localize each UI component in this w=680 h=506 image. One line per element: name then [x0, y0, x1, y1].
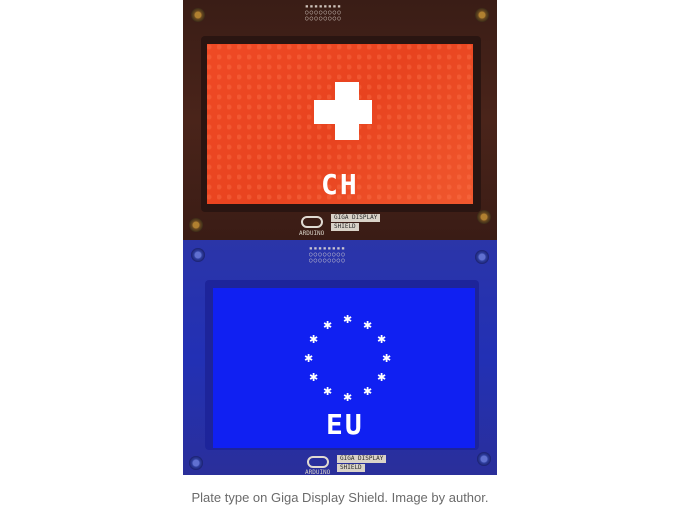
screw-icon: [189, 218, 203, 232]
screw-icon: [475, 8, 489, 22]
screw-icon: [191, 248, 205, 262]
header-pins: ▪▪▪▪▪▪▪▪ ○○○○○○○○ ○○○○○○○○: [309, 245, 346, 264]
star-icon: ✱: [304, 352, 314, 365]
star-icon: ✱: [323, 385, 333, 398]
star-icon: ✱: [377, 371, 387, 384]
screw-icon: [477, 210, 491, 224]
badge-line2: SHIELD: [331, 223, 359, 231]
top-board-ch: ▪▪▪▪▪▪▪▪ ○○○○○○○○ ○○○○○○○○ CH ARDUINO GIGA…: [183, 0, 497, 240]
screw-icon: [475, 250, 489, 264]
screw-icon: [477, 452, 491, 466]
header-pins: ▪▪▪▪▪▪▪▪ ○○○○○○○○ ○○○○○○○○: [305, 3, 342, 22]
star-icon: ✱: [309, 371, 319, 384]
badge-line2: SHIELD: [337, 464, 365, 472]
screw-icon: [191, 8, 205, 22]
star-icon: ✱: [363, 385, 373, 398]
image-caption: Plate type on Giga Display Shield. Image…: [191, 490, 489, 505]
star-icon: ✱: [309, 333, 319, 346]
country-code-ch: CH: [321, 168, 359, 201]
star-icon: ✱: [343, 313, 353, 326]
arduino-logo-icon: [301, 216, 323, 228]
star-icon: ✱: [323, 319, 333, 332]
star-icon: ✱: [363, 319, 373, 332]
photo: ▪▪▪▪▪▪▪▪ ○○○○○○○○ ○○○○○○○○ CH ARDUINO GIGA…: [183, 0, 497, 475]
country-code-eu: EU: [326, 408, 364, 441]
star-icon: ✱: [377, 333, 387, 346]
badge-line1: GIGA DISPLAY: [337, 455, 387, 463]
screw-icon: [189, 456, 203, 470]
star-icon: ✱: [343, 391, 353, 404]
brand-label: ARDUINO: [305, 469, 331, 475]
brand-label: ARDUINO: [299, 230, 325, 237]
star-icon: ✱: [382, 352, 392, 365]
arduino-logo-icon: [307, 456, 329, 468]
badge-line1: GIGA DISPLAY: [331, 214, 381, 222]
